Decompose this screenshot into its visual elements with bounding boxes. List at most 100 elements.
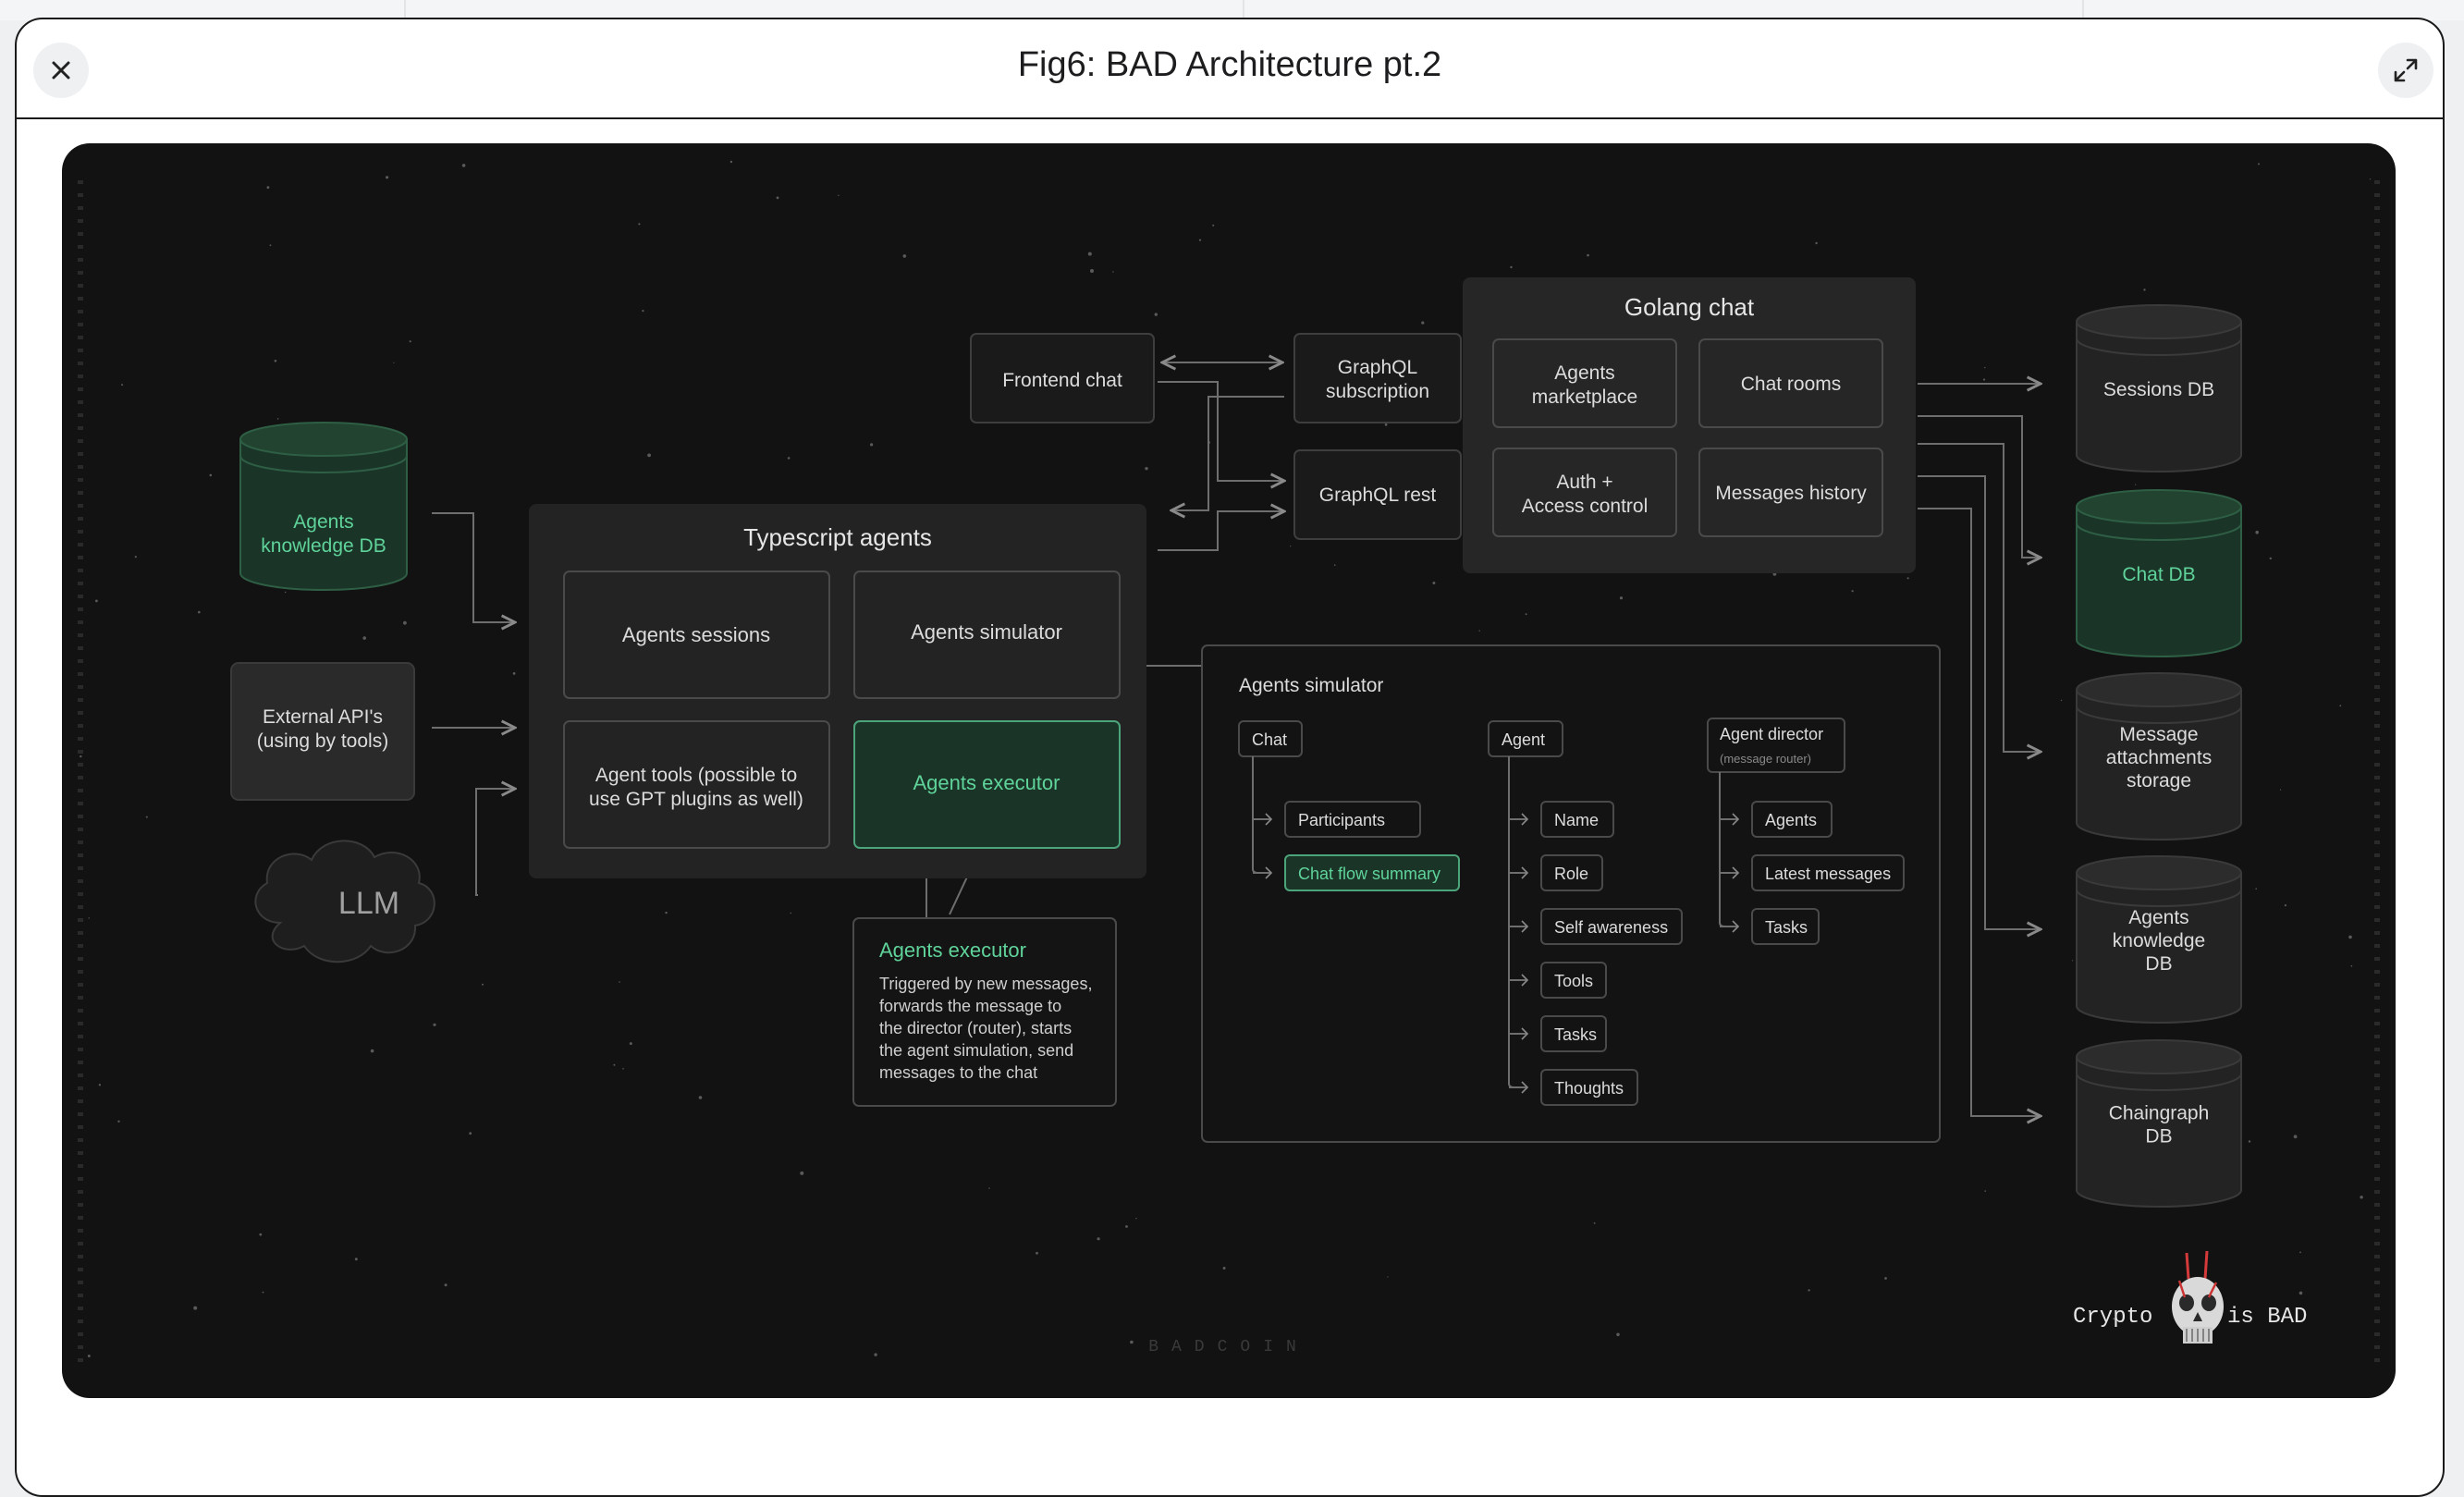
star <box>1087 252 1092 256</box>
star <box>698 1096 703 1099</box>
star <box>870 443 874 447</box>
chat-item-0-label: Participants <box>1298 811 1385 829</box>
star <box>2143 288 2146 291</box>
star <box>1097 1237 1100 1241</box>
star <box>2072 960 2074 962</box>
star <box>622 1068 624 1070</box>
db-chaingraph: Chaingraph DB <box>2076 1039 2242 1208</box>
db-label-line: attachments <box>2106 747 2212 768</box>
star <box>1222 1267 1226 1270</box>
db-label-line: DB <box>2145 1126 2172 1147</box>
star <box>1906 577 1909 580</box>
agents-simulator-detail-panel: Agents simulator <box>1201 644 1941 1143</box>
llm-cloud: LLM <box>254 840 435 963</box>
db-sessions: Sessions DB <box>2076 304 2242 472</box>
director-item-2-label: Tasks <box>1765 918 1808 937</box>
agents-knowledge-db-left: Agents knowledge DB <box>239 422 408 591</box>
star <box>1478 630 1480 632</box>
star <box>1154 313 1158 316</box>
star <box>284 591 287 594</box>
svg-text:Sessions DB: Sessions DB <box>2103 379 2214 400</box>
star <box>776 196 779 200</box>
star <box>370 1049 374 1053</box>
agent-director-label: Agent director <box>1720 725 1823 743</box>
agents-executor-note: Agents executor Triggered by new message… <box>852 917 1117 1107</box>
star <box>2350 964 2353 967</box>
agent-item-2-label: Self awareness <box>1554 918 1668 937</box>
star <box>1387 1276 1389 1278</box>
modal-title: Fig6: BAD Architecture pt.2 <box>1017 45 1442 84</box>
graphql-rest-box: GraphQL rest <box>1293 449 1462 540</box>
star <box>209 473 213 477</box>
star <box>647 453 651 458</box>
star <box>1619 596 1624 600</box>
db-label-line: storage <box>2127 770 2191 791</box>
expand-button[interactable] <box>2378 43 2433 98</box>
agent-label: Agent <box>1502 730 1545 749</box>
expand-icon <box>2394 58 2418 82</box>
star <box>2339 705 2342 707</box>
star <box>1198 239 1202 241</box>
star <box>800 1171 804 1175</box>
star <box>134 556 137 558</box>
svg-text:Agents simulator: Agents simulator <box>1239 675 1383 696</box>
architecture-diagram-image: Agents knowledge DB External API's (using … <box>62 143 2396 1398</box>
star <box>354 1258 358 1261</box>
star <box>2293 1135 2298 1139</box>
star <box>2255 530 2259 534</box>
star <box>665 911 668 914</box>
db-label-line: DB <box>2145 953 2172 975</box>
star <box>1815 241 1818 245</box>
chat-label: Chat <box>1252 730 1287 749</box>
star <box>512 672 516 675</box>
star <box>787 457 791 460</box>
star <box>145 816 148 818</box>
star <box>1036 1251 1038 1255</box>
chat-item-1-label: Chat flow summary <box>1298 865 1440 883</box>
star <box>121 384 124 387</box>
star <box>2348 935 2352 939</box>
star <box>1510 265 1513 269</box>
star <box>1432 582 1436 584</box>
star <box>461 164 466 167</box>
star <box>1145 467 1148 471</box>
svg-text:Chat DB: Chat DB <box>2122 564 2195 585</box>
svg-text:Agents executor: Agents executor <box>879 939 1026 962</box>
star <box>2255 888 2257 890</box>
star <box>1851 590 1854 593</box>
star <box>1384 423 1388 426</box>
star <box>2248 1140 2251 1143</box>
star <box>642 310 644 313</box>
star <box>2360 1196 2363 1199</box>
star <box>117 1120 120 1123</box>
db-knowledge: Agents knowledge DB <box>2076 855 2242 1024</box>
star <box>1884 1277 1887 1280</box>
star <box>2269 557 2272 560</box>
frontend-chat-box: Frontend chat <box>970 333 1155 423</box>
star <box>1593 1222 1596 1224</box>
star <box>613 1063 616 1066</box>
svg-text:GraphQL rest: GraphQL rest <box>1319 485 1437 506</box>
star <box>98 1084 102 1086</box>
star <box>87 1355 91 1357</box>
star <box>259 1233 263 1236</box>
agent-director-sub: (message router) <box>1720 752 1811 766</box>
db-label-line: Chaingraph <box>2109 1103 2210 1124</box>
star <box>1125 1225 1128 1228</box>
star <box>1587 253 1589 257</box>
star <box>729 160 733 164</box>
databases-column: Sessions DB Chat DB Message attachments stor… <box>2076 304 2242 1208</box>
agent-item-1-label: Role <box>1554 865 1588 883</box>
star <box>1616 1332 1620 1337</box>
db-label-line: Message <box>2119 724 2198 745</box>
star <box>629 1042 632 1046</box>
svg-text:Agents sessions: Agents sessions <box>622 623 770 646</box>
db-attachments: Message attachments storage <box>2076 672 2242 841</box>
architecture-diagram: Agents knowledge DB External API's (using … <box>78 160 2380 1364</box>
star <box>276 418 279 420</box>
star <box>469 1132 472 1135</box>
star <box>902 254 907 258</box>
star <box>403 620 407 625</box>
star <box>386 176 389 179</box>
star <box>198 610 201 614</box>
